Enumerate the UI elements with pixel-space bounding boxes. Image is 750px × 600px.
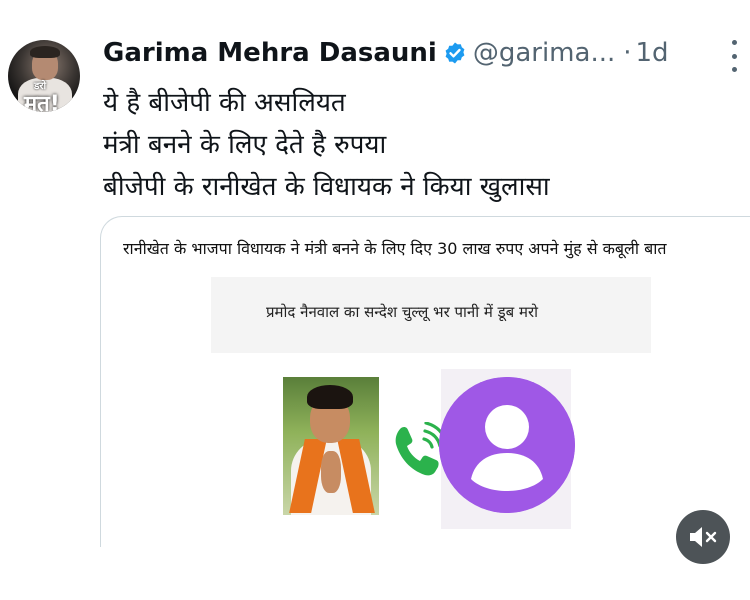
author-handle[interactable]: @garima...: [473, 38, 615, 68]
tweet-time[interactable]: 1d: [636, 38, 669, 68]
more-dot: [731, 67, 737, 72]
tweet-text: ये है बीजेपी की असलियत मंत्री बनने के लि…: [103, 82, 723, 208]
avatar-hair: [30, 46, 60, 58]
tweet-header: Garima Mehra Dasauni @garima... · 1d: [103, 36, 669, 70]
speaker-muted-icon: [690, 527, 717, 547]
mute-toggle-button[interactable]: [676, 510, 730, 564]
more-dot: [731, 53, 737, 59]
media-subline: प्रमोद नैनवाल का सन्देश चुल्लू भर पानी म…: [266, 303, 538, 321]
tweet-line: मंत्री बनने के लिए देते है रुपया: [103, 130, 387, 160]
tweet-line: बीजेपी के रानीखेत के विधायक ने किया खुला…: [103, 172, 550, 202]
tweet-media[interactable]: रानीखेत के भाजपा विधायक ने मंत्री बनने क…: [100, 216, 750, 547]
politician-photo: [283, 377, 379, 515]
author-name[interactable]: Garima Mehra Dasauni: [103, 38, 437, 68]
avatar-badge: मत!: [24, 92, 60, 112]
photo-folded-hands: [321, 451, 341, 493]
more-dot: [731, 40, 737, 45]
media-headline: रानीखेत के भाजपा विधायक ने मंत्री बनने क…: [123, 239, 667, 258]
time-separator: ·: [623, 38, 632, 68]
author-avatar[interactable]: डरो मत!: [8, 40, 80, 112]
photo-hair: [307, 385, 353, 409]
more-options-icon[interactable]: [726, 40, 742, 72]
verified-badge-icon: [445, 42, 465, 64]
tweet-line: ये है बीजेपी की असलियत: [103, 88, 346, 118]
contact-avatar-icon: [439, 377, 575, 513]
